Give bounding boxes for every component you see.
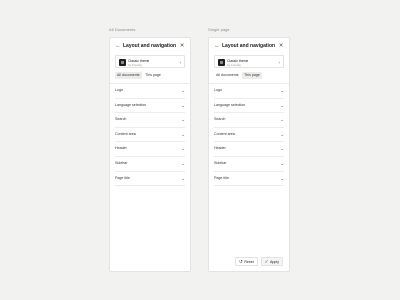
- close-icon[interactable]: ✕: [179, 43, 185, 49]
- section-row-page-title[interactable]: Page title ⌄: [214, 172, 284, 187]
- chevron-down-icon: ⌄: [280, 175, 284, 181]
- section-row-content-area[interactable]: Content area ⌄: [214, 128, 284, 143]
- section-label: Header: [115, 146, 127, 151]
- theme-thumbnail: [218, 58, 225, 66]
- panel-title: Layout and navigation: [123, 43, 177, 49]
- section-row-header[interactable]: Header ⌄: [115, 142, 185, 157]
- apply-label: Apply: [270, 259, 279, 264]
- panel-footer: ↺ Reset ✓ Apply: [235, 257, 283, 266]
- section-label: Sidebar: [214, 161, 227, 165]
- settings-panel-single-page: ← Layout and navigation ✕ Classic theme …: [208, 37, 290, 272]
- reset-button[interactable]: ↺ Reset: [235, 257, 258, 266]
- caption-all-documents: All Documents: [109, 27, 136, 32]
- section-label: Language selection: [214, 102, 246, 107]
- section-row-sidebar[interactable]: Sidebar ⌄: [115, 157, 185, 172]
- section-row-search[interactable]: Search ⌄: [214, 113, 284, 128]
- chevron-down-icon: ⌄: [280, 146, 284, 152]
- chevron-down-icon: ⌄: [181, 175, 185, 181]
- section-row-logo[interactable]: Logo ⌄: [115, 84, 185, 99]
- theme-author: by Fouday: [128, 62, 143, 67]
- chevron-down-icon: ⌄: [280, 88, 284, 93]
- section-label: Content area: [214, 131, 235, 136]
- theme-selector[interactable]: Classic theme by Fouday ›: [115, 55, 185, 68]
- chevron-down-icon: ⌄: [280, 131, 284, 137]
- section-row-page-title[interactable]: Page title ⌄: [115, 172, 185, 187]
- check-circle-icon: ✓: [264, 259, 269, 264]
- panel-header: ← Layout and navigation ✕: [110, 38, 190, 54]
- section-row-logo[interactable]: Logo ⌄: [214, 84, 284, 99]
- panel-title: Layout and navigation: [222, 43, 276, 49]
- reset-icon: ↺: [239, 259, 243, 264]
- apply-button[interactable]: ✓ Apply: [260, 257, 283, 266]
- close-icon[interactable]: ✕: [278, 43, 284, 49]
- chevron-down-icon: ⌄: [280, 161, 284, 166]
- section-row-sidebar[interactable]: Sidebar ⌄: [214, 157, 284, 172]
- arrow-left-icon[interactable]: ←: [214, 43, 220, 49]
- chevron-down-icon: ⌄: [181, 161, 185, 166]
- section-label: Logo: [115, 88, 123, 92]
- chevron-down-icon: ⌄: [181, 117, 185, 123]
- chevron-right-icon: ›: [278, 59, 281, 65]
- panel-header: ← Layout and navigation ✕: [209, 38, 289, 54]
- section-row-search[interactable]: Search ⌄: [115, 113, 185, 128]
- caption-single-page: Single page: [208, 27, 230, 32]
- chevron-down-icon: ⌄: [181, 102, 185, 108]
- tab-this-page[interactable]: This page: [242, 72, 262, 79]
- tab-all-documents[interactable]: All documents: [214, 72, 241, 79]
- arrow-left-icon[interactable]: ←: [115, 43, 121, 49]
- reset-label: Reset: [244, 259, 254, 264]
- section-row-language-selection[interactable]: Language selection ⌄: [214, 99, 284, 114]
- scope-tabs: All documents This page: [214, 72, 262, 79]
- section-label: Header: [214, 146, 226, 151]
- section-label: Sidebar: [115, 161, 128, 165]
- section-label: Language selection: [115, 102, 147, 107]
- scope-tabs: All documents This page: [115, 72, 163, 79]
- section-label: Search: [115, 117, 127, 122]
- section-label: Page title: [115, 175, 130, 180]
- section-label: Search: [214, 117, 226, 122]
- chevron-right-icon: ›: [179, 59, 182, 65]
- tab-all-documents[interactable]: All documents: [115, 72, 142, 79]
- theme-selector[interactable]: Classic theme by Fouday ›: [214, 55, 284, 68]
- theme-author: by Fouday: [227, 62, 242, 67]
- section-label: Page title: [214, 175, 229, 180]
- chevron-down-icon: ⌄: [280, 102, 284, 108]
- chevron-down-icon: ⌄: [181, 88, 185, 93]
- section-row-header[interactable]: Header ⌄: [214, 142, 284, 157]
- section-label: Content area: [115, 131, 136, 136]
- chevron-down-icon: ⌄: [181, 146, 185, 152]
- section-row-language-selection[interactable]: Language selection ⌄: [115, 99, 185, 114]
- tab-this-page[interactable]: This page: [143, 72, 163, 79]
- section-row-content-area[interactable]: Content area ⌄: [115, 128, 185, 143]
- theme-thumbnail: [119, 58, 126, 66]
- settings-panel-all-documents: ← Layout and navigation ✕ Classic theme …: [109, 37, 191, 272]
- chevron-down-icon: ⌄: [280, 117, 284, 123]
- section-label: Logo: [214, 88, 222, 92]
- chevron-down-icon: ⌄: [181, 131, 185, 137]
